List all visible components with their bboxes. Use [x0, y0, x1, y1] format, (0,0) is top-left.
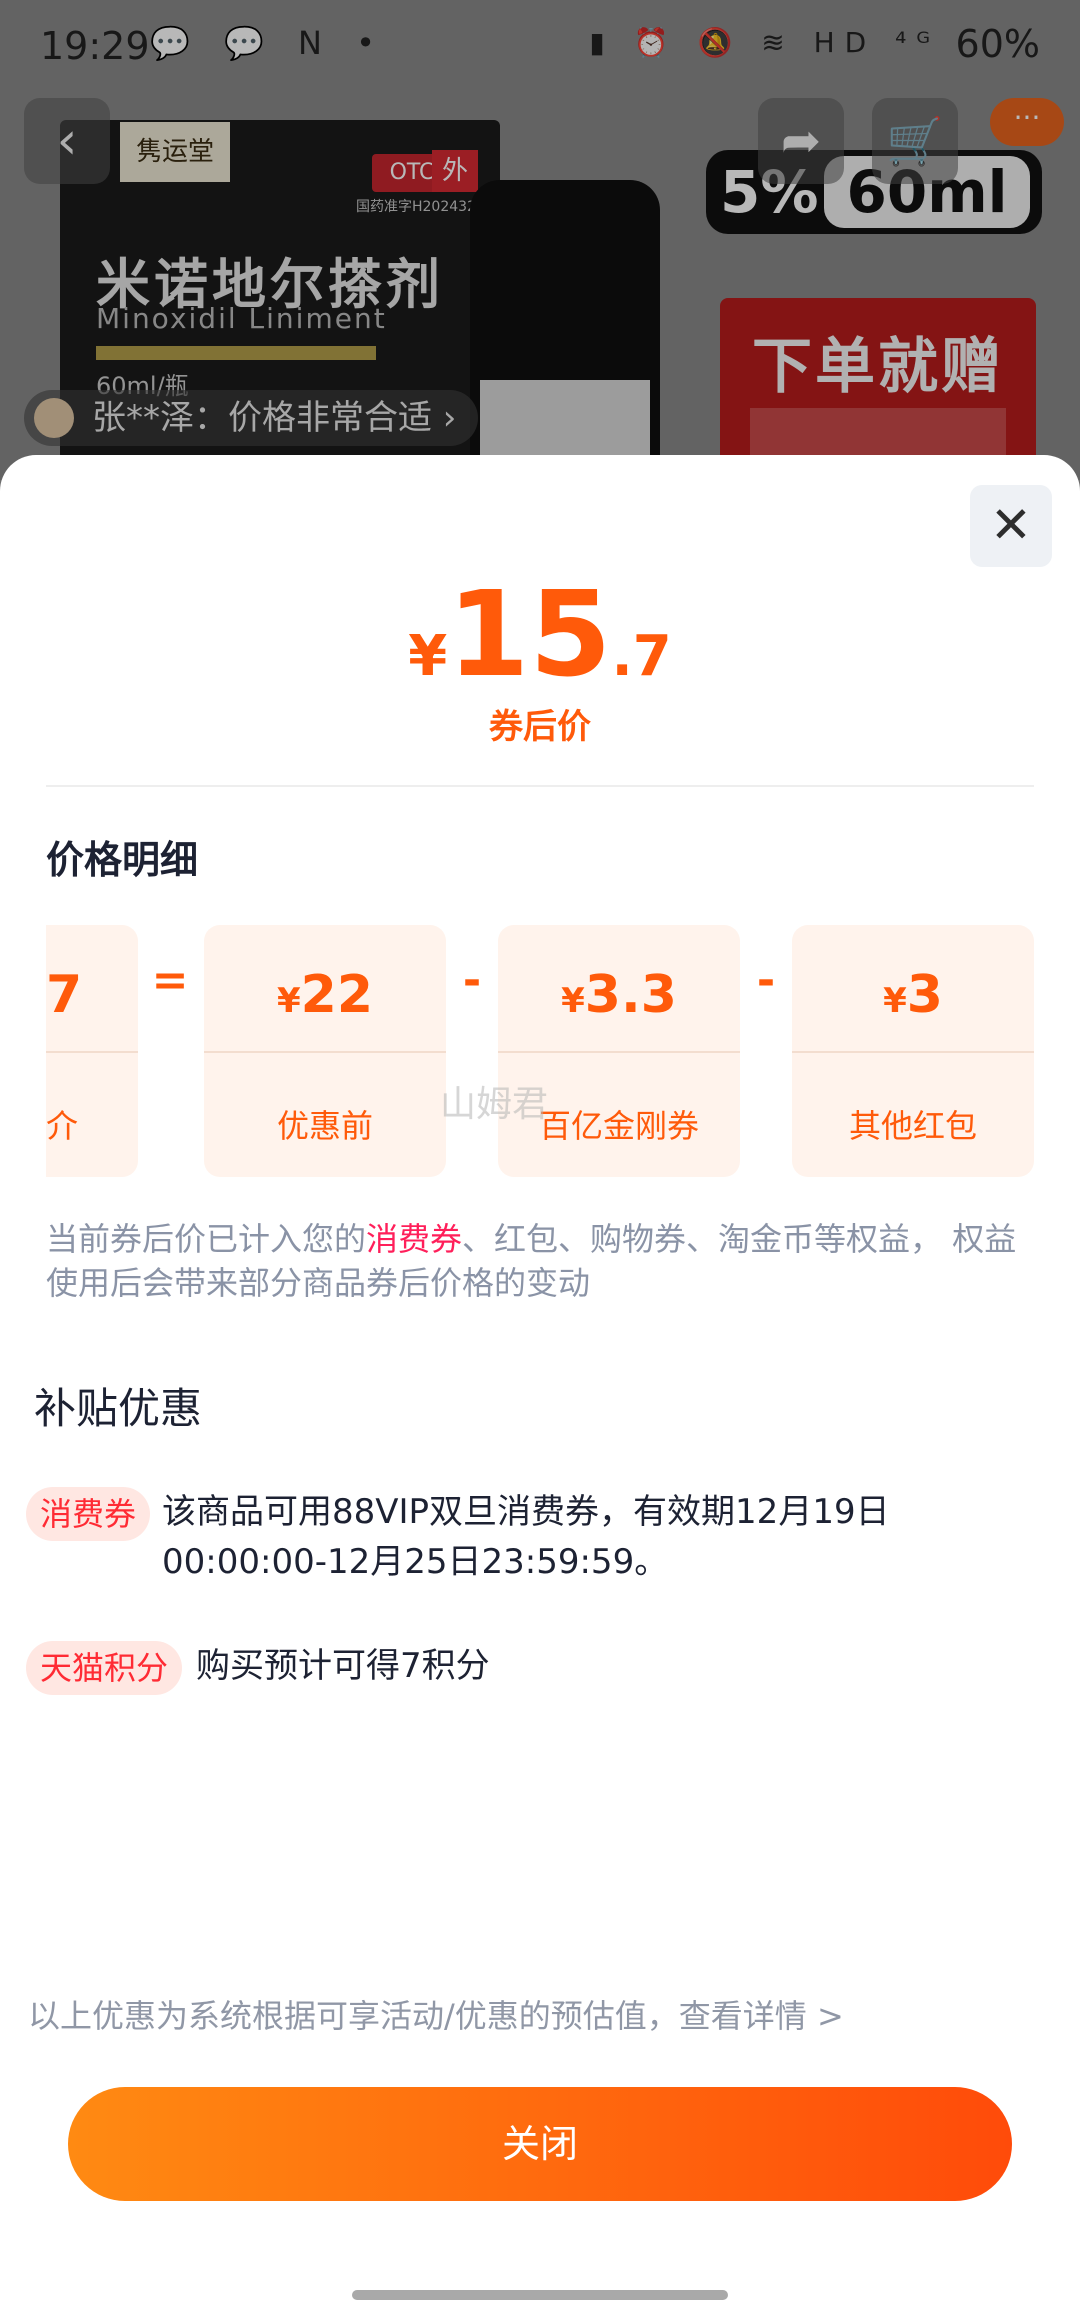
price-integer: 15	[447, 565, 612, 703]
price-detail-sheet: ✕ ¥15.7 券后价 价格明细 7 介 = ¥22 优惠前 - ¥3.3 百亿…	[0, 455, 1080, 2316]
consumption-coupon-tag: 消费券	[26, 1487, 151, 1541]
price-label: 券后价	[489, 707, 591, 747]
breakdown-value: ¥22	[276, 965, 374, 1025]
breakdown-value: ¥3	[883, 965, 943, 1025]
home-indicator[interactable]	[352, 2290, 728, 2300]
breakdown-label: 其他红包	[848, 1107, 977, 1145]
minus-operator: -	[462, 955, 482, 1006]
minus-operator: -	[756, 955, 776, 1006]
note-highlight: 消费券	[366, 1220, 463, 1258]
breakdown-label: 介	[46, 1107, 79, 1145]
breakdown-card-original[interactable]: ¥22 优惠前	[204, 925, 446, 1177]
subsidy-text: 该商品可用88VIP双旦消费券，有效期12月19日00:00:00-12月25日…	[162, 1492, 890, 1582]
close-icon[interactable]: ✕	[970, 485, 1052, 567]
final-price: ¥15.7	[0, 565, 1080, 703]
modal-overlay[interactable]	[0, 0, 1080, 480]
breakdown-label: 优惠前	[276, 1107, 373, 1145]
section-title-subsidy: 补贴优惠	[34, 1384, 203, 1433]
breakdown-value: ¥3.3	[561, 965, 677, 1025]
breakdown-card-final[interactable]: 7 介	[46, 925, 138, 1177]
section-title-price-detail: 价格明细	[46, 838, 199, 882]
watermark: 山姆君	[440, 1084, 549, 1125]
divider	[46, 785, 1034, 787]
price-yen: ¥	[408, 624, 448, 689]
breakdown-value: 7	[46, 965, 83, 1025]
equals-operator: =	[151, 955, 189, 1006]
tmall-points-tag: 天猫积分	[26, 1641, 183, 1695]
breakdown-card-red-packet[interactable]: ¥3 其他红包	[792, 925, 1034, 1177]
breakdown-card-coupon[interactable]: ¥3.3 百亿金刚券	[498, 925, 740, 1177]
subsidy-text: 购买预计可得7积分	[196, 1646, 490, 1686]
close-button[interactable]: 关闭	[68, 2087, 1012, 2201]
product-image-area[interactable]: 隽运堂 OTC 外 国药准字H20243254 米诺地尔搽剂 Minoxidil…	[0, 0, 1080, 480]
price-decimal: .7	[611, 624, 672, 689]
view-details-link[interactable]: 以上优惠为系统根据可享活动/优惠的预估值，查看详情 >	[28, 1991, 844, 2037]
price-note: 当前券后价已计入您的消费券、红包、购物券、淘金币等权益， 权益使用后会带来部分商…	[46, 1220, 1017, 1302]
